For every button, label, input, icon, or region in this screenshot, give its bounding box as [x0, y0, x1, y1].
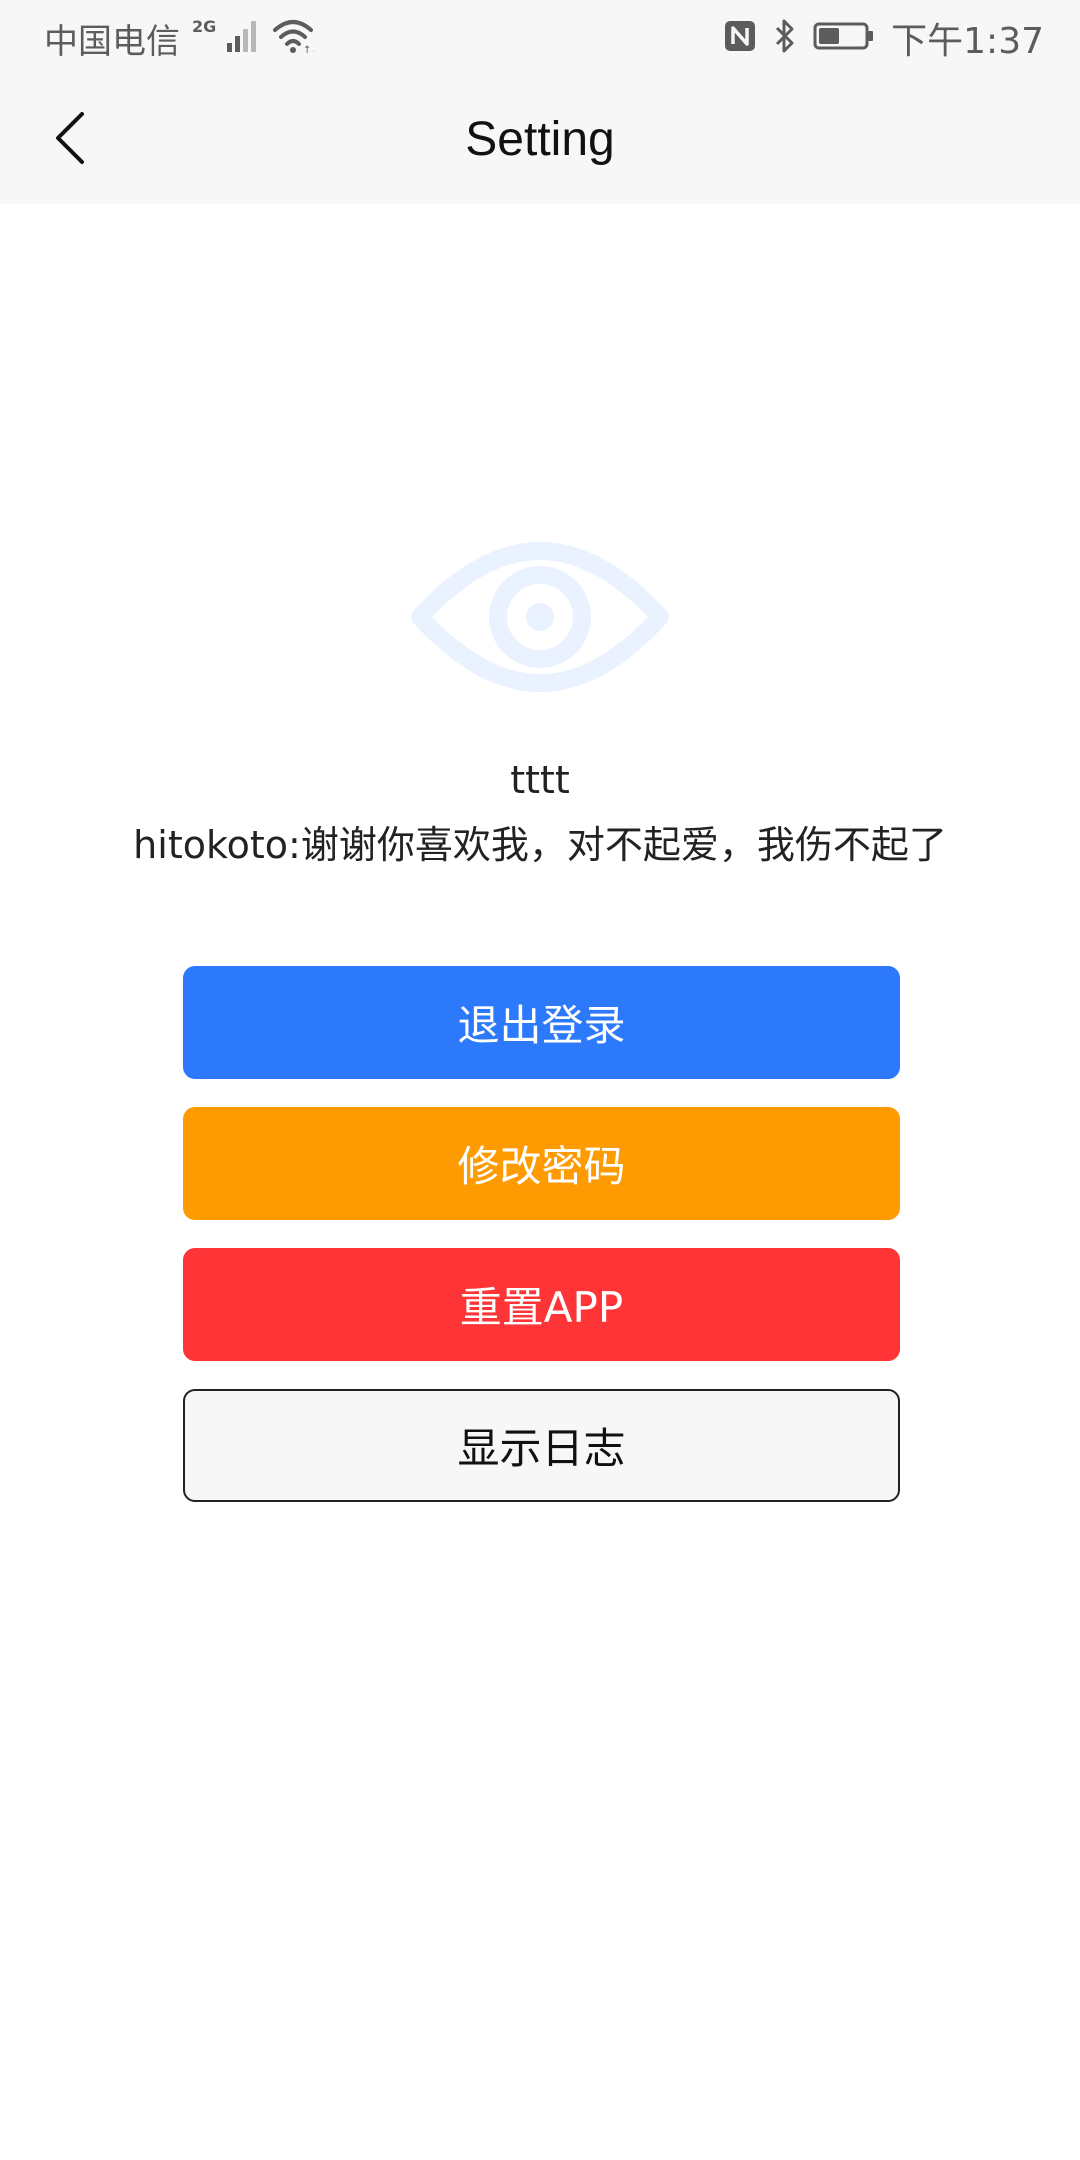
- clock: 下午1:37: [891, 21, 1044, 62]
- status-right: 下午1:37: [723, 14, 1044, 62]
- change-password-button-label: 修改密码: [457, 1142, 626, 1191]
- reset-app-button[interactable]: 重置APP: [183, 1248, 900, 1361]
- network-type: 2G: [192, 16, 217, 36]
- status-bar: 中国电信 2G ↑↓: [0, 0, 1080, 76]
- battery-icon: [813, 21, 875, 55]
- bluetooth-icon: [773, 18, 797, 58]
- show-logs-button[interactable]: 显示日志: [183, 1389, 900, 1502]
- page-title: Setting: [465, 113, 615, 166]
- eye-icon: [410, 525, 670, 710]
- logout-button[interactable]: 退出登录: [183, 966, 900, 1079]
- logout-button-label: 退出登录: [457, 1001, 626, 1050]
- svg-text:↑↓: ↑↓: [303, 45, 314, 54]
- nfc-icon: [723, 19, 757, 57]
- show-logs-button-label: 显示日志: [457, 1424, 626, 1473]
- change-password-button[interactable]: 修改密码: [183, 1107, 900, 1220]
- carrier-name: 中国电信: [44, 21, 180, 62]
- back-button[interactable]: [30, 100, 110, 180]
- status-left: 中国电信 2G ↑↓: [44, 14, 320, 62]
- hitokoto-quote: hitokoto:谢谢你喜欢我，对不起爱，我伤不起了: [133, 823, 947, 867]
- wifi-icon: ↑↓: [272, 18, 320, 58]
- signal-icon: [226, 19, 262, 57]
- nav-bar: Setting: [0, 76, 1080, 204]
- username: tttt: [510, 758, 570, 802]
- chevron-left-icon: [50, 108, 90, 172]
- settings-screen: 中国电信 2G ↑↓: [0, 0, 1080, 2160]
- reset-app-button-label: 重置APP: [459, 1283, 624, 1332]
